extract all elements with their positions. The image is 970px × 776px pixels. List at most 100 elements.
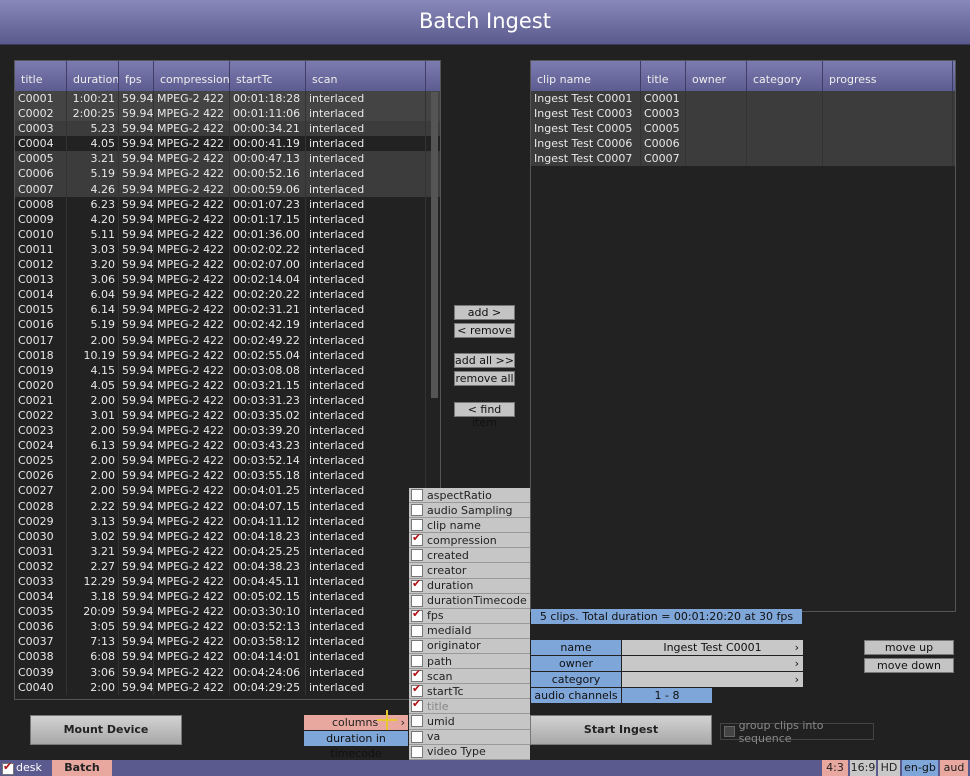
table-row[interactable]: C0036 3:05 59.94i MPEG-2 422 00:03:52:13 inte… xyxy=(15,619,440,635)
table-row[interactable]: C0037 7:13 59.94i MPEG-2 422 00:03:58:12 inte… xyxy=(15,634,440,650)
table-row[interactable]: C0002 2:00:25 59.94i MPEG-2 422 00:01:11:06 i… xyxy=(15,106,440,122)
table-row[interactable]: C0004 4.05 59.94i MPEG-2 422 00:00:41.19 inte… xyxy=(15,136,440,152)
add-button[interactable]: add > xyxy=(454,305,515,320)
move-down-button[interactable]: move down xyxy=(864,658,954,673)
column-header-compression[interactable]: compression xyxy=(154,61,230,91)
table-row[interactable]: C0039 3:06 59.94i MPEG-2 422 00:04:24:06 inte… xyxy=(15,664,440,680)
table-row[interactable]: C0006 5.19 59.94i MPEG-2 422 00:00:52.16 inte… xyxy=(15,166,440,182)
owner-field[interactable]: › xyxy=(622,656,803,671)
table-row[interactable]: C0022 3.01 59.94i MPEG-2 422 00:03:35.02 inte… xyxy=(15,407,440,424)
move-up-button[interactable]: move up xyxy=(864,640,954,655)
columns-menu-item[interactable]: audio Sampling xyxy=(409,503,530,519)
remove-button[interactable]: < remove xyxy=(454,323,515,338)
table-row[interactable]: C0019 4.15 59.94i MPEG-2 422 00:03:08.08 inte… xyxy=(15,362,440,378)
desk-checkbox[interactable]: ✔ xyxy=(2,760,14,775)
table-row[interactable]: C0008 6.23 59.94i MPEG-2 422 00:01:07.23 inte… xyxy=(15,196,440,212)
column-header-title[interactable]: title xyxy=(15,61,67,91)
ratio-16-9-button[interactable]: 16:9 xyxy=(850,760,876,776)
table-row[interactable]: Ingest Test C0003 C0003 xyxy=(531,106,955,122)
start-ingest-button[interactable]: Start Ingest xyxy=(530,715,712,745)
column-header-scan[interactable]: scan xyxy=(306,61,426,91)
table-row[interactable]: C0027 2.00 59.94i MPEG-2 422 00:04:01.25 inte… xyxy=(15,483,440,499)
table-row[interactable]: C0038 6:08 59.94i MPEG-2 422 00:04:14:01 inte… xyxy=(15,649,440,665)
table-row[interactable]: C0012 3.20 59.94i MPEG-2 422 00:02:07.00 inte… xyxy=(15,257,440,273)
table-row[interactable]: Ingest Test C0006 C0006 xyxy=(531,136,955,152)
table-row[interactable]: C0018 10.19 59.94i MPEG-2 422 00:02:55.04 int… xyxy=(15,347,440,363)
checkbox[interactable] xyxy=(411,682,423,698)
column-header-category[interactable]: category xyxy=(747,61,823,91)
columns-menu-item[interactable]: title xyxy=(409,697,530,715)
table-row[interactable]: C0040 2:00 59.94i MPEG-2 422 00:04:29:25 inte… xyxy=(15,679,440,695)
checkbox[interactable] xyxy=(411,655,423,668)
language-button[interactable]: en-gb xyxy=(902,760,938,776)
name-field[interactable]: Ingest Test C0001 › xyxy=(622,640,803,655)
columns-menu-item[interactable]: aspectRatio xyxy=(409,488,530,504)
checkbox[interactable] xyxy=(411,624,423,637)
column-header-clip-name[interactable]: clip name xyxy=(531,61,641,91)
columns-menu-item[interactable]: creator xyxy=(409,563,530,579)
checkbox[interactable] xyxy=(411,504,423,517)
columns-menu-item[interactable]: umid xyxy=(409,714,530,730)
columns-menu-item[interactable]: clip name xyxy=(409,518,530,534)
checkbox[interactable] xyxy=(411,715,423,728)
hd-button[interactable]: HD xyxy=(878,760,900,776)
checkbox[interactable] xyxy=(411,667,423,683)
ingest-table-body[interactable]: Ingest Test C0001 C0001 Ingest Test C0003 C… xyxy=(531,91,955,167)
source-table-body[interactable]: C0001 1:00:21 59.94i MPEG-2 422 00:01:18:28 i… xyxy=(15,91,440,695)
checkbox[interactable] xyxy=(411,577,423,592)
table-row[interactable]: Ingest Test C0005 C0005 xyxy=(531,121,955,137)
columns-menu-item[interactable]: originator xyxy=(409,638,530,655)
checkbox[interactable] xyxy=(411,531,423,547)
find-item-button[interactable]: < find item xyxy=(454,402,515,429)
column-header-fps[interactable]: fps xyxy=(119,61,154,91)
table-row[interactable]: C0031 3.21 59.94i MPEG-2 422 00:04:25.25 inte… xyxy=(15,543,440,559)
columns-menu-item[interactable]: mediaId xyxy=(409,623,530,639)
column-header-duration[interactable]: duration xyxy=(67,61,119,91)
columns-menu-item[interactable]: va xyxy=(409,729,530,745)
column-header-starttc[interactable]: startTc xyxy=(230,61,306,91)
columns-menu-item[interactable]: compression xyxy=(409,531,530,549)
table-row[interactable]: C0005 3.21 59.94i MPEG-2 422 00:00:47.13 inte… xyxy=(15,151,440,167)
remove-all-button[interactable]: remove all xyxy=(454,371,515,386)
checkbox[interactable] xyxy=(411,639,423,652)
ratio-4-3-button[interactable]: 4:3 xyxy=(822,760,848,776)
tab-batch[interactable]: Batch xyxy=(52,760,112,776)
audio-button[interactable]: aud xyxy=(940,760,968,776)
add-all-button[interactable]: add all >> xyxy=(454,353,515,368)
columns-menu-item[interactable]: duration xyxy=(409,577,530,594)
table-row[interactable]: C0034 3.18 59.94i MPEG-2 422 00:05:02.15 inte… xyxy=(15,589,440,605)
table-row[interactable]: C0015 6.14 59.94i MPEG-2 422 00:02:31.21 inte… xyxy=(15,302,440,318)
columns-menu-item[interactable]: path xyxy=(409,654,530,670)
table-row[interactable]: C0025 2.00 59.94i MPEG-2 422 00:03:52.14 inte… xyxy=(15,453,440,469)
columns-menu-item[interactable]: startTc xyxy=(409,682,530,700)
checkbox[interactable] xyxy=(411,594,423,607)
columns-menu-item[interactable]: video Type xyxy=(409,744,530,760)
table-row[interactable]: C0017 2.00 59.94i MPEG-2 422 00:02:49.22 inte… xyxy=(15,332,440,348)
checkbox[interactable] xyxy=(411,564,423,577)
table-row[interactable]: C0020 4.05 59.94i MPEG-2 422 00:03:21.15 inte… xyxy=(15,377,440,393)
checkbox[interactable] xyxy=(411,519,423,532)
category-field[interactable]: › xyxy=(622,672,803,687)
columns-menu-item[interactable]: fps xyxy=(409,607,530,624)
table-row[interactable]: C0003 5.23 59.94i MPEG-2 422 00:00:34.21 inte… xyxy=(15,121,440,137)
checkbox[interactable] xyxy=(411,489,423,502)
table-row[interactable]: C0026 2.00 59.94i MPEG-2 422 00:03:55.18 inte… xyxy=(15,468,440,484)
table-row[interactable]: C0009 4.20 59.94i MPEG-2 422 00:01:17.15 inte… xyxy=(15,211,440,227)
table-row[interactable]: C0011 3.03 59.94i MPEG-2 422 00:02:02.22 inte… xyxy=(15,241,440,258)
checkbox[interactable] xyxy=(411,697,423,713)
columns-menu-item[interactable]: scan xyxy=(409,667,530,685)
checkbox[interactable] xyxy=(411,607,423,622)
columns-menu-item[interactable]: created xyxy=(409,548,530,564)
table-row[interactable]: C0014 6.04 59.94i MPEG-2 422 00:02:20.22 inte… xyxy=(15,287,440,303)
table-row[interactable]: C0021 2.00 59.94i MPEG-2 422 00:03:31.23 inte… xyxy=(15,392,440,408)
table-row[interactable]: C0028 2.22 59.94i MPEG-2 422 00:04:07.15 inte… xyxy=(15,498,440,514)
table-row[interactable]: C0030 3.02 59.94i MPEG-2 422 00:04:18.23 inte… xyxy=(15,528,440,544)
column-header-progress[interactable]: progress xyxy=(823,61,953,91)
table-row[interactable]: C0024 6.13 59.94i MPEG-2 422 00:03:43.23 inte… xyxy=(15,438,440,454)
column-header-title[interactable]: title xyxy=(641,61,686,91)
source-table-scrollbar[interactable] xyxy=(431,92,438,398)
table-row[interactable]: Ingest Test C0001 C0001 xyxy=(531,91,955,107)
columns-menu-item[interactable]: durationTimecode xyxy=(409,593,530,609)
table-row[interactable]: C0035 20:09 59.94i MPEG-2 422 00:03:30:10 int… xyxy=(15,604,440,620)
audio-channels-field[interactable]: 1 - 8 xyxy=(622,688,712,703)
